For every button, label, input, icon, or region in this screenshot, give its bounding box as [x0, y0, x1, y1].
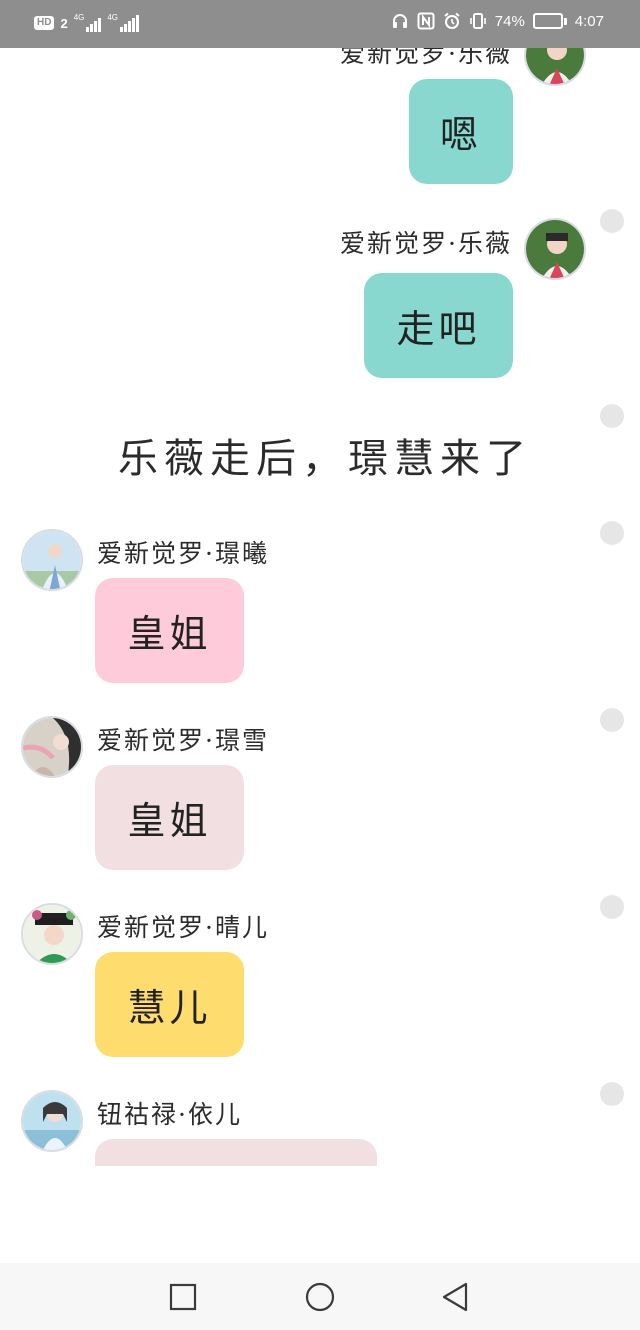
sender-name: 爱新觉罗·璟雪 [97, 726, 269, 755]
headphones-icon [392, 14, 407, 28]
clock: 4:07 [574, 12, 604, 30]
select-dot[interactable] [600, 1082, 624, 1106]
sender-name: 爱新觉罗·晴儿 [97, 913, 269, 942]
avatar[interactable] [21, 1090, 83, 1152]
message-bubble[interactable]: 走吧 [364, 273, 513, 378]
avatar[interactable] [21, 716, 83, 778]
select-dot[interactable] [600, 895, 624, 919]
alarm-icon [444, 12, 460, 29]
avatar[interactable] [524, 218, 586, 280]
select-dot[interactable] [600, 209, 624, 233]
chat-area[interactable]: 爱新觉罗·乐薇 嗯 爱新觉罗·乐薇 走吧 乐薇走后，璟慧来了 爱新觉罗·璟曦 皇… [0, 48, 640, 1263]
avatar[interactable] [524, 48, 586, 86]
sim-number: 2 [60, 15, 68, 31]
sender-name: 爱新觉罗·乐薇 [340, 229, 512, 258]
select-dot[interactable] [600, 521, 624, 545]
signal-icon-1: 4G [74, 14, 102, 32]
avatar[interactable] [21, 529, 83, 591]
navigation-bar [0, 1263, 640, 1330]
nfc-icon [417, 12, 435, 30]
message-bubble[interactable]: 慧儿 [95, 952, 244, 1057]
avatar[interactable] [21, 903, 83, 965]
signal-icon-2: 4G [107, 13, 140, 32]
battery-percent: 74% [494, 12, 525, 30]
message-bubble[interactable]: 皇姐 [95, 578, 244, 683]
back-icon[interactable] [440, 1281, 472, 1313]
select-dot[interactable] [600, 708, 624, 732]
recent-apps-icon[interactable] [167, 1281, 199, 1313]
message-bubble[interactable]: 皇姐 [95, 765, 244, 870]
status-right: 74% 4:07 [391, 12, 604, 30]
network-type-1: 4G [73, 13, 85, 22]
narration-text: 乐薇走后，璟慧来了 [118, 436, 532, 482]
sender-name: 钮祜禄·依儿 [97, 1100, 242, 1129]
status-bar: HD 2 4G 4G 74% 4:07 [0, 0, 640, 48]
home-icon[interactable] [304, 1281, 336, 1313]
chat-bottom-blank [0, 1166, 640, 1263]
battery-icon [532, 13, 567, 29]
vibrate-icon [469, 13, 486, 29]
sender-name: 爱新觉罗·乐薇 [340, 48, 512, 68]
select-dot[interactable] [600, 404, 624, 428]
message-bubble[interactable]: 嗯 [409, 79, 513, 184]
hd-badge: HD [34, 16, 55, 30]
network-type-2: 4G [107, 13, 119, 22]
sender-name: 爱新觉罗·璟曦 [97, 539, 269, 568]
status-left: HD 2 4G 4G [34, 13, 140, 32]
